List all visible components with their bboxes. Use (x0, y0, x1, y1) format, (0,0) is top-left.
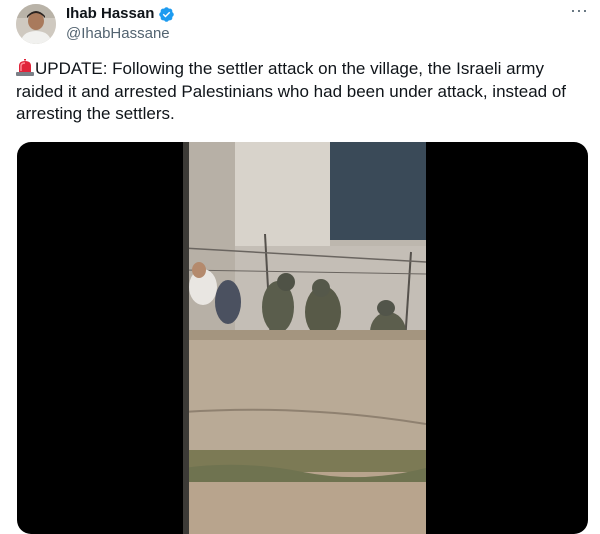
video-frame (183, 142, 426, 534)
siren-icon (16, 59, 34, 76)
tweet-text: UPDATE: Following the settler attack on … (16, 58, 588, 126)
verified-badge-icon (159, 6, 175, 22)
author-name[interactable]: Ihab Hassan (66, 5, 175, 23)
tweet: Ihab Hassan @IhabHassane ··· UPDATE: Fol… (0, 0, 600, 534)
avatar-image (16, 4, 56, 44)
video-player[interactable] (17, 142, 588, 534)
tweet-body: UPDATE: Following the settler attack on … (16, 59, 567, 123)
author-handle[interactable]: @IhabHassane (66, 25, 170, 43)
avatar[interactable] (16, 4, 56, 44)
more-options-button[interactable]: ··· (567, 1, 591, 22)
display-name[interactable]: Ihab Hassan (66, 5, 154, 23)
